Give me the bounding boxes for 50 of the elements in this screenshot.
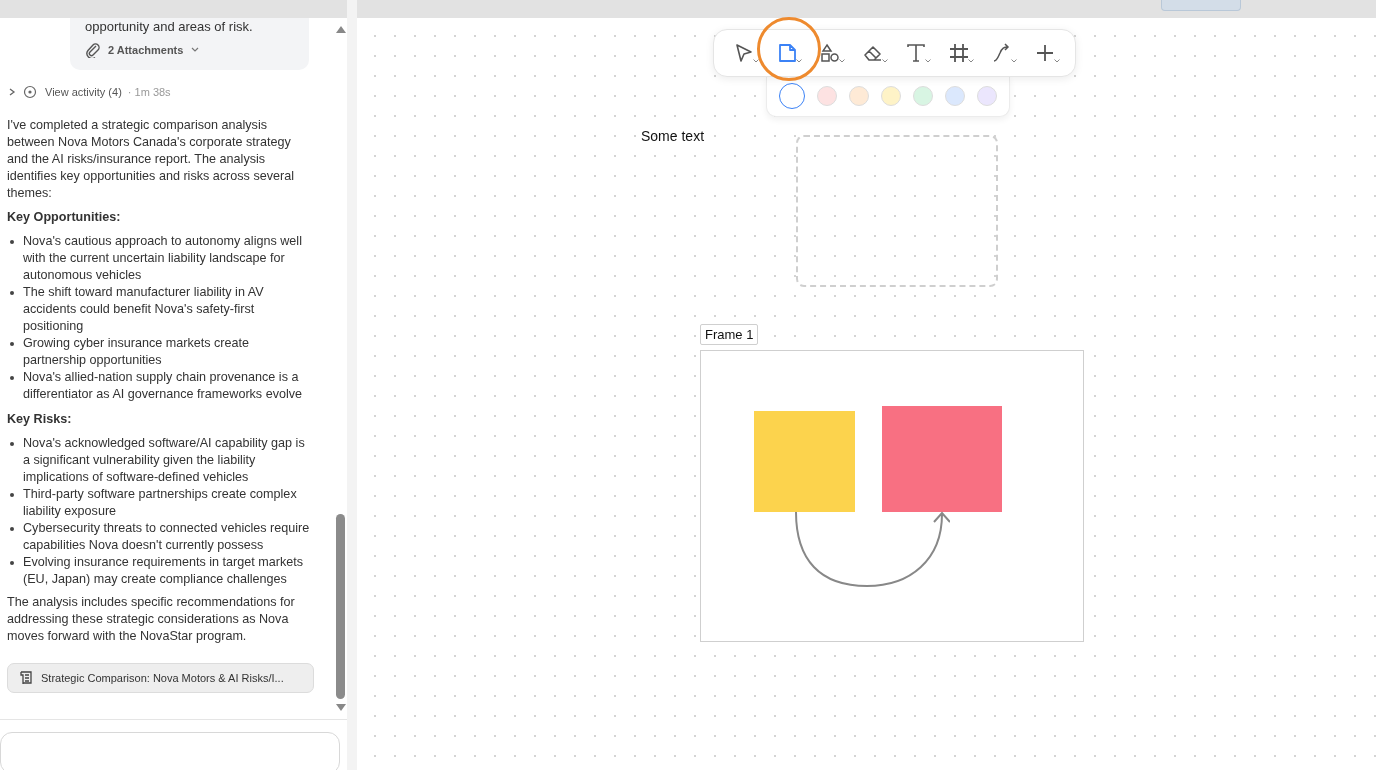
pointer-icon <box>733 42 755 64</box>
response-paragraph: The analysis includes specific recommendations for addressing these strategic considerations as Nova moves forward with the NovaStar program. <box>7 594 296 645</box>
duration-text: · 1m 38s <box>127 86 171 98</box>
scroll-down-icon[interactable] <box>335 704 346 711</box>
caret-icon <box>839 59 845 63</box>
color-swatch[interactable] <box>779 83 805 109</box>
scroll-up-icon[interactable] <box>335 26 346 33</box>
bullet-icon <box>10 376 14 380</box>
bullet-icon <box>10 291 14 295</box>
attachments-toggle[interactable]: 2 Attachments <box>85 42 201 58</box>
sticky-note-icon <box>776 42 798 64</box>
response-paragraph: I've completed a strategic comparison analysis between Nova Motors Canada's corporate strategy and the AI risks/insurance report. The analysis identifies key opportunities and risks across several themes: <box>7 117 295 202</box>
caret-icon <box>968 59 974 63</box>
list-item-text: Third-party software partnerships create complex liability exposure <box>23 486 298 520</box>
frame-label[interactable]: Frame 1 <box>700 324 759 345</box>
caret-icon <box>796 59 802 63</box>
list-item-text: Nova's acknowledged software/AI capability gap is a significant vulnerability given the liability implications of software-defined vehicles <box>23 435 306 486</box>
view-toggle-button[interactable] <box>1161 0 1241 11</box>
frame-icon <box>948 42 970 64</box>
caret-icon <box>1054 59 1060 63</box>
activity-toggle[interactable]: View activity (4) · 1m 38s <box>7 85 171 99</box>
document-icon <box>18 670 34 686</box>
paperclip-icon <box>85 42 101 58</box>
plus-icon <box>1034 42 1056 64</box>
bullet-icon <box>10 442 14 446</box>
caret-icon <box>753 59 759 63</box>
list-item-text: Evolving insurance requirements in target markets (EU, Japan) may create compliance challenges <box>23 554 304 588</box>
message-text: opportunity and areas of risk. <box>85 18 254 35</box>
canvas-text[interactable]: Some text <box>641 128 705 144</box>
section-heading: Key Opportunities: <box>7 209 122 226</box>
caret-icon <box>1011 59 1017 63</box>
list-item-text: Growing cyber insurance markets create partnership opportunities <box>23 335 251 369</box>
activity-icon <box>23 85 37 99</box>
artifact-chip[interactable]: Strategic Comparison: Nova Motors & AI Risks/I... <box>7 663 314 693</box>
caret-icon <box>925 59 931 63</box>
scroll-thumb[interactable] <box>336 514 345 699</box>
bullet-icon <box>10 527 14 531</box>
bullet-icon <box>10 493 14 497</box>
list-item-text: Nova's cautious approach to autonomy aligns well with the current uncertain liability landscape for autonomous vehicles <box>23 233 303 284</box>
shapes-icon <box>819 42 841 64</box>
bullet-icon <box>10 240 14 244</box>
bullet-icon <box>10 342 14 346</box>
list-item-text: Cybersecurity threats to connected vehicles require capabilities Nova doesn't currently possess <box>23 520 311 554</box>
section-heading: Key Risks: <box>7 411 73 428</box>
caret-icon <box>882 59 888 63</box>
list-item-text: Nova's allied-nation supply chain provenance is a differentiator as AI governance frameworks evolve <box>23 369 304 403</box>
text-icon <box>905 42 927 64</box>
bullet-icon <box>10 561 14 565</box>
chevron-icon <box>190 46 201 54</box>
list-item-text: The shift toward manufacturer liability in AV accidents could benefit Nova's safety-first positioning <box>23 284 265 335</box>
